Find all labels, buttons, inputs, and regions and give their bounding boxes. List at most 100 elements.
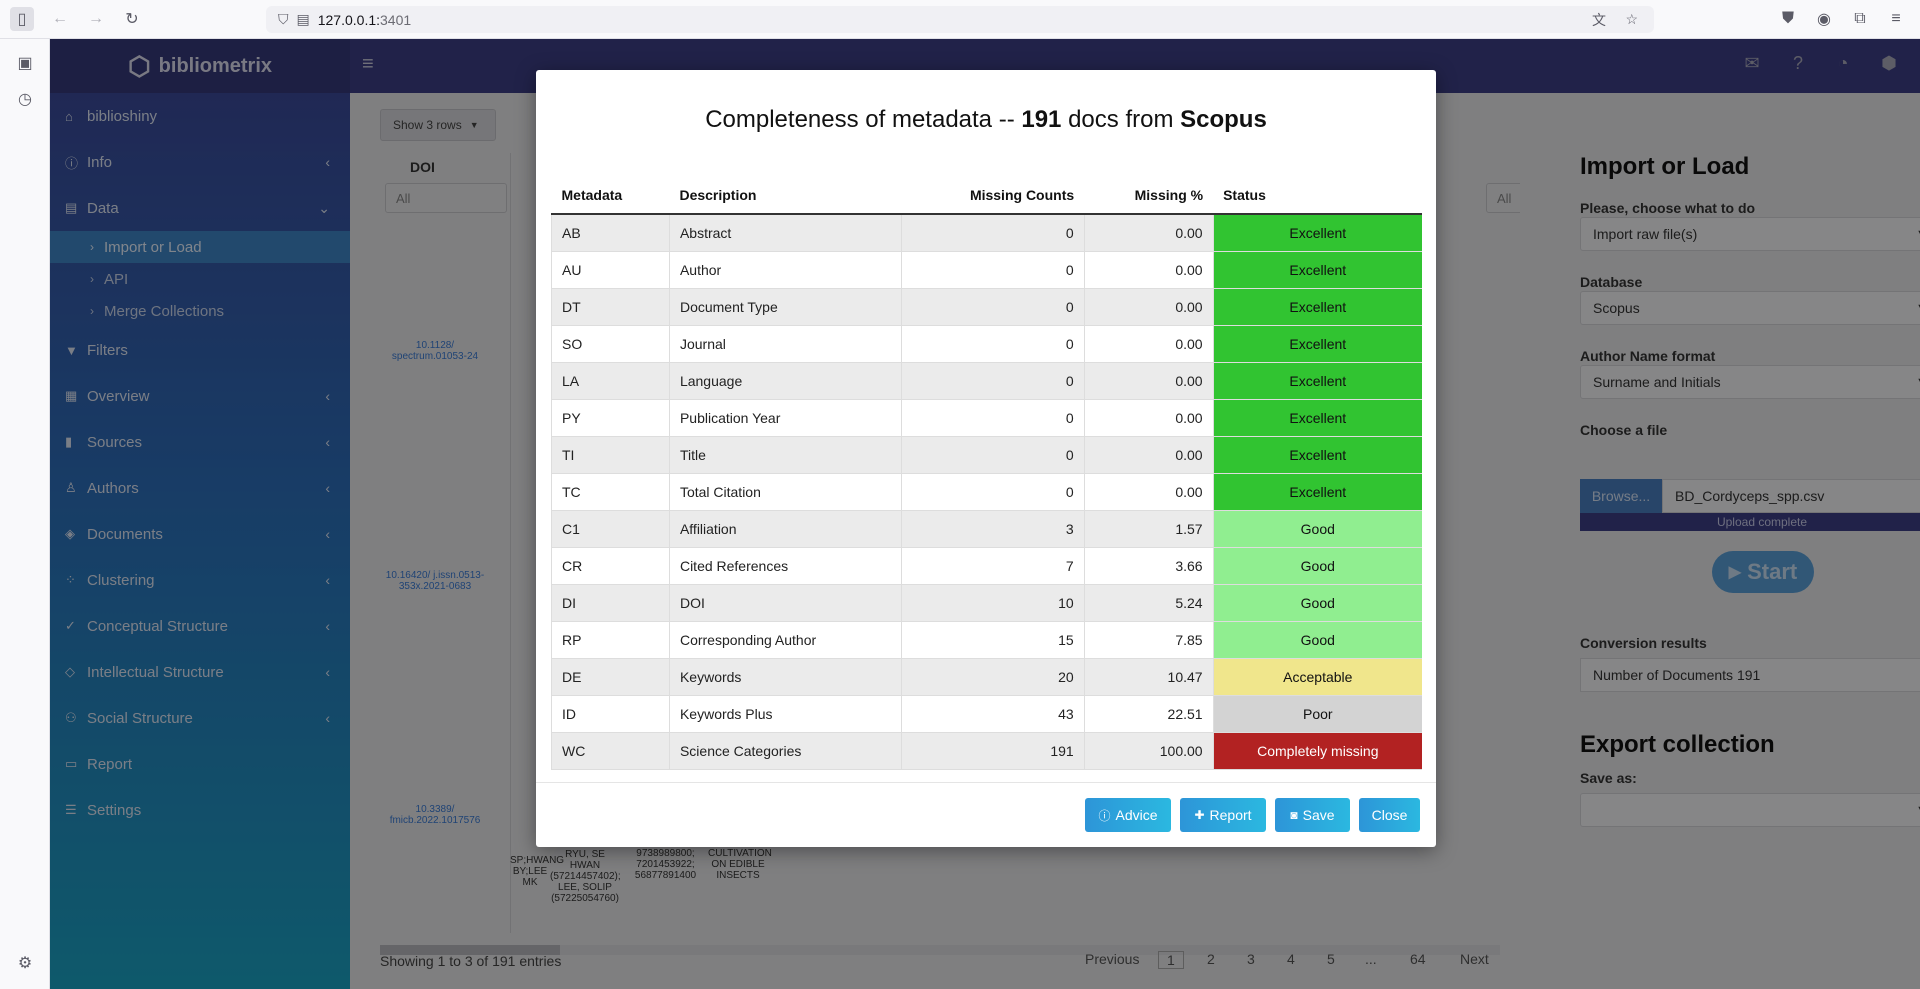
back-icon[interactable]: ← [48,7,72,31]
plus-icon: ✚ [1194,808,1205,822]
table-row: CR Cited References 7 3.66 Good [551,547,1422,585]
table-row: C1 Affiliation 3 1.57 Good [551,510,1422,548]
missing-pct-cell: 0.00 [1084,399,1214,437]
account-icon[interactable]: ◉ [1812,7,1836,31]
status-cell: Good [1213,584,1422,622]
description-cell: Publication Year [669,399,902,437]
status-cell: Completely missing [1213,732,1422,770]
status-cell: Excellent [1213,288,1422,326]
status-cell: Good [1213,547,1422,585]
table-row: DE Keywords 20 10.47 Acceptable [551,658,1422,696]
table-row: AB Abstract 0 0.00 Excellent [551,214,1422,252]
metadata-tag-cell: LA [551,362,670,400]
metadata-tag-cell: SO [551,325,670,363]
save-label: Save [1302,807,1335,823]
description-cell: Total Citation [669,473,902,511]
url-bar[interactable]: ⛉ ▤ 127.0.0.1: 3401 文 ☆ [266,6,1654,33]
table-row: RP Corresponding Author 15 7.85 Good [551,621,1422,659]
description-cell: Author [669,251,902,289]
history-icon[interactable]: ◷ [13,87,37,111]
tabs-icon[interactable]: ▣ [13,51,37,75]
missing-pct-cell: 0.00 [1084,214,1214,252]
missing-count-cell: 3 [901,510,1085,548]
modal-footer: ⓘ Advice ✚ Report ◙ Save Close [536,782,1436,847]
metadata-tag-cell: DI [551,584,670,622]
table-row: TC Total Citation 0 0.00 Excellent [551,473,1422,511]
metadata-tag-cell: CR [551,547,670,585]
description-cell: Science Categories [669,732,902,770]
table-row: WC Science Categories 191 100.00 Completely … [551,732,1422,770]
col-missing-counts: Missing Counts [901,176,1085,215]
missing-count-cell: 15 [901,621,1085,659]
title-mid: docs from [1061,106,1181,133]
missing-pct-cell: 3.66 [1084,547,1214,585]
advice-button[interactable]: ⓘ Advice [1085,798,1171,832]
missing-count-cell: 191 [901,732,1085,770]
description-cell: Corresponding Author [669,621,902,659]
report-label: Report [1209,807,1252,823]
status-cell: Excellent [1213,251,1422,289]
description-cell: Cited References [669,547,902,585]
settings-gear-icon[interactable]: ⚙ [13,951,37,975]
missing-count-cell: 0 [901,362,1085,400]
status-cell: Excellent [1213,399,1422,437]
description-cell: Keywords Plus [669,695,902,733]
camera-icon: ◙ [1290,808,1298,822]
description-cell: DOI [669,584,902,622]
sidebar-toggle-icon[interactable]: ▯ [10,7,34,31]
status-cell: Excellent [1213,325,1422,363]
translate-icon[interactable]: 文 [1592,10,1606,30]
status-cell: Excellent [1213,362,1422,400]
col-description: Description [669,176,902,215]
description-cell: Keywords [669,658,902,696]
reload-icon[interactable]: ↻ [120,7,144,31]
metadata-tag-cell: WC [551,732,670,770]
save-button[interactable]: ◙ Save [1275,798,1350,832]
missing-count-cell: 0 [901,214,1085,252]
status-cell: Good [1213,621,1422,659]
bookmark-star-icon[interactable]: ☆ [1625,11,1638,28]
description-cell: Abstract [669,214,902,252]
table-row: AU Author 0 0.00 Excellent [551,251,1422,289]
missing-count-cell: 20 [901,658,1085,696]
description-cell: Affiliation [669,510,902,548]
title-source: Scopus [1180,106,1267,133]
missing-pct-cell: 22.51 [1084,695,1214,733]
description-cell: Title [669,436,902,474]
table-row: DI DOI 10 5.24 Good [551,584,1422,622]
missing-count-cell: 0 [901,473,1085,511]
modal-title: Completeness of metadata -- 191 docs fro… [536,106,1436,134]
pocket-icon[interactable]: ⛊ [1776,7,1800,31]
col-missing-pct: Missing % [1084,176,1214,215]
description-cell: Journal [669,325,902,363]
url-host: 127.0.0.1: [317,11,381,28]
menu-icon[interactable]: ≡ [1884,7,1908,31]
missing-count-cell: 10 [901,584,1085,622]
missing-count-cell: 0 [901,325,1085,363]
missing-pct-cell: 0.00 [1084,473,1214,511]
metadata-tag-cell: C1 [551,510,670,548]
metadata-tag-cell: PY [551,399,670,437]
status-cell: Good [1213,510,1422,548]
advice-label: Advice [1115,807,1158,823]
extensions-icon[interactable]: ⧉ [1848,7,1872,31]
missing-count-cell: 0 [901,436,1085,474]
close-label: Close [1371,807,1408,823]
missing-count-cell: 43 [901,695,1085,733]
missing-count-cell: 0 [901,399,1085,437]
missing-pct-cell: 0.00 [1084,288,1214,326]
status-cell: Acceptable [1213,658,1422,696]
browser-side-strip: ▣ ◷ ⚙ [0,39,50,989]
table-row: ID Keywords Plus 43 22.51 Poor [551,695,1422,733]
close-button[interactable]: Close [1359,798,1420,832]
title-doc-count: 191 [1021,106,1062,133]
forward-icon[interactable]: → [84,7,108,31]
metadata-tag-cell: DE [551,658,670,696]
table-row: TI Title 0 0.00 Excellent [551,436,1422,474]
status-cell: Excellent [1213,214,1422,252]
table-row: LA Language 0 0.00 Excellent [551,362,1422,400]
table-row: SO Journal 0 0.00 Excellent [551,325,1422,363]
col-metadata: Metadata [551,176,670,215]
metadata-tag-cell: AU [551,251,670,289]
report-button[interactable]: ✚ Report [1180,798,1266,832]
